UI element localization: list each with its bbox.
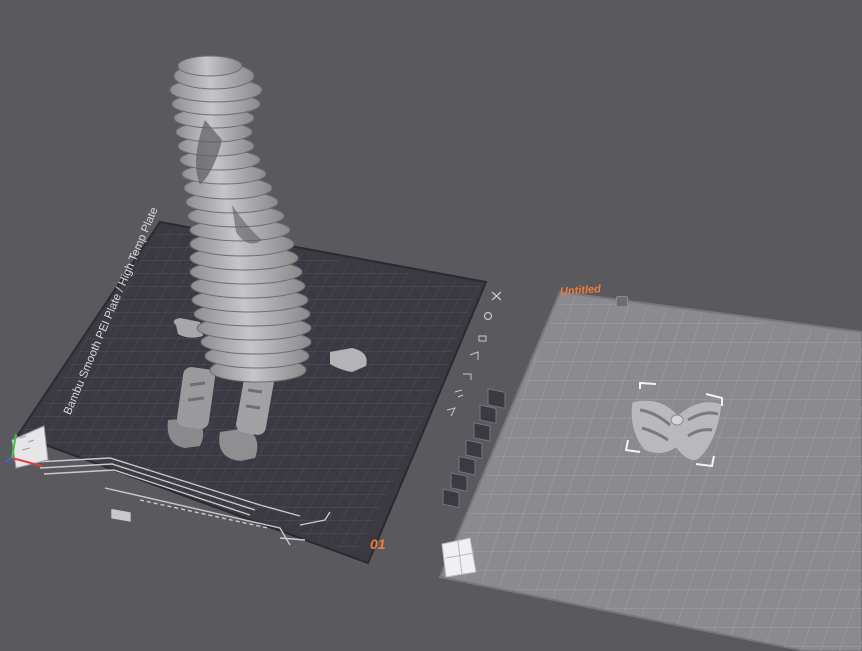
plate-1-number: 01	[370, 536, 386, 552]
plate-2-origin	[441, 537, 477, 578]
3d-viewport[interactable]: Bambu Smooth PEI Plate / High Temp Plate	[0, 0, 862, 651]
edit-icon[interactable]	[616, 296, 628, 307]
plate-1-type-label: Bambu Smooth PEI Plate / High Temp Plate	[62, 205, 161, 417]
